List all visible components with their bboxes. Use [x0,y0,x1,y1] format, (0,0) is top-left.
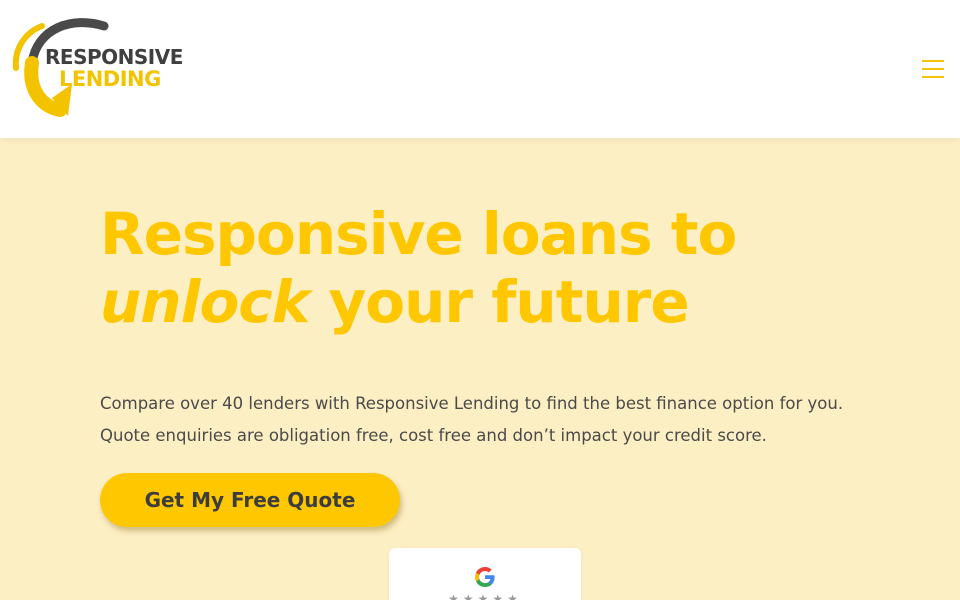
logo-wordmark: RESPONSIVE LENDING [45,46,183,90]
hamburger-menu-icon[interactable] [918,57,948,81]
get-free-quote-button[interactable]: Get My Free Quote [100,473,400,527]
hero-title-line-2: your future [309,268,689,336]
google-icon [475,567,495,587]
google-review-card[interactable]: ★★★★★ [389,548,581,600]
logo[interactable]: RESPONSIVE LENDING [12,18,183,122]
logo-line-1: RESPONSIVE [45,45,183,69]
logo-line-2: LENDING [59,67,161,91]
site-header: RESPONSIVE LENDING [0,0,960,138]
hero-title-line-1: Responsive loans to [100,200,737,268]
hero-title-accent: unlock [100,268,310,336]
rating-stars: ★★★★★ [448,592,522,600]
hero-description: Compare over 40 lenders with Responsive … [100,394,844,445]
hero-title: Responsive loans to unlock your future [100,200,860,336]
